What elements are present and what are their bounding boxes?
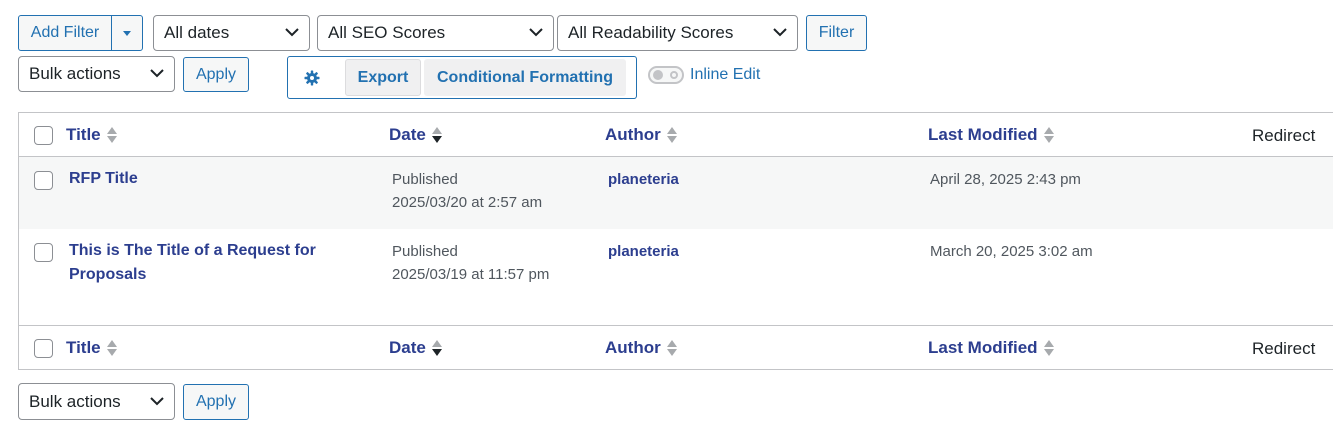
column-last-modified-label: Last Modified — [928, 338, 1038, 357]
export-toolbar-group: Export Conditional Formatting — [287, 56, 637, 99]
sort-icon — [1043, 340, 1054, 356]
table-row: This is The Title of a Request for Propo… — [19, 229, 1333, 325]
row-checkbox[interactable] — [34, 243, 53, 262]
sort-icon — [666, 340, 677, 356]
column-header-date[interactable]: Date — [389, 338, 442, 358]
column-last-modified-label: Last Modified — [928, 125, 1038, 144]
bottom-bulk-actions-select-value: Bulk actions — [29, 391, 121, 411]
chevron-down-icon — [150, 396, 164, 405]
sort-icon — [666, 127, 677, 143]
column-header-title[interactable]: Title — [66, 338, 117, 358]
gear-icon — [304, 70, 319, 85]
chevron-down-icon — [529, 28, 543, 37]
bottom-apply-button[interactable]: Apply — [183, 384, 249, 420]
column-header-last-modified[interactable]: Last Modified — [928, 125, 1054, 145]
author-link[interactable]: planeteria — [608, 171, 679, 188]
export-button[interactable]: Export — [345, 59, 421, 96]
seo-score-select[interactable]: All SEO Scores — [317, 15, 554, 51]
add-filter-split-button[interactable]: Add Filter — [18, 15, 143, 51]
post-status: Published — [392, 171, 458, 188]
column-header-date[interactable]: Date — [389, 125, 442, 145]
dates-select[interactable]: All dates — [153, 15, 310, 51]
post-status: Published — [392, 243, 458, 260]
apply-button[interactable]: Apply — [183, 57, 249, 92]
filter-button[interactable]: Filter — [806, 15, 867, 51]
sort-icon — [106, 340, 117, 356]
last-modified-value: April 28, 2025 2:43 pm — [930, 171, 1081, 188]
bulk-actions-select[interactable]: Bulk actions — [18, 56, 175, 92]
post-title-link[interactable]: This is The Title of a Request for Propo… — [69, 239, 339, 287]
select-all-checkbox[interactable] — [34, 126, 53, 145]
column-title-label: Title — [66, 338, 101, 357]
column-author-label: Author — [605, 125, 661, 144]
chevron-down-icon — [285, 28, 299, 37]
add-filter-dropdown-toggle[interactable] — [111, 16, 142, 50]
sort-desc-icon — [431, 127, 442, 143]
bulk-actions-select-value: Bulk actions — [29, 64, 121, 83]
bottom-bulk-actions-select[interactable]: Bulk actions — [18, 383, 175, 420]
table-header: Title Date Author Last Modified Redirect — [19, 113, 1333, 157]
toggle-off-indicator — [670, 71, 678, 79]
seo-score-select-value: All SEO Scores — [328, 23, 446, 42]
conditional-formatting-button[interactable]: Conditional Formatting — [424, 59, 626, 96]
post-date: 2025/03/19 at 11:57 pm — [392, 266, 550, 283]
sort-icon — [106, 127, 117, 143]
last-modified-value: March 20, 2025 3:02 am — [930, 243, 1093, 260]
table-row: RFP Title Published 2025/03/20 at 2:57 a… — [19, 157, 1333, 229]
chevron-down-icon — [773, 28, 787, 37]
sort-desc-icon — [431, 340, 442, 356]
column-header-author[interactable]: Author — [605, 338, 677, 358]
add-filter-button[interactable]: Add Filter — [19, 16, 111, 50]
column-header-author[interactable]: Author — [605, 125, 677, 145]
inline-edit-label[interactable]: Inline Edit — [690, 66, 760, 84]
column-date-label: Date — [389, 125, 426, 144]
column-author-label: Author — [605, 338, 661, 357]
author-link[interactable]: planeteria — [608, 243, 679, 260]
column-header-redirect: Redirect — [1252, 339, 1316, 358]
caret-down-icon — [123, 30, 131, 36]
post-title-link[interactable]: RFP Title — [69, 167, 329, 191]
column-header-title[interactable]: Title — [66, 125, 117, 145]
sort-icon — [1043, 127, 1054, 143]
chevron-down-icon — [150, 69, 164, 78]
column-header-last-modified[interactable]: Last Modified — [928, 338, 1054, 358]
settings-gear-button[interactable] — [289, 58, 334, 97]
column-date-label: Date — [389, 338, 426, 357]
readability-score-select[interactable]: All Readability Scores — [557, 15, 798, 51]
column-header-redirect: Redirect — [1252, 126, 1316, 145]
inline-edit-toggle[interactable] — [648, 66, 684, 84]
row-checkbox[interactable] — [34, 171, 53, 190]
readability-score-select-value: All Readability Scores — [568, 23, 734, 42]
posts-table: Title Date Author Last Modified Redirect… — [18, 112, 1333, 370]
table-footer: Title Date Author Last Modified Redirect — [19, 325, 1333, 369]
dates-select-value: All dates — [164, 23, 230, 42]
column-title-label: Title — [66, 125, 101, 144]
select-all-checkbox[interactable] — [34, 339, 53, 358]
post-date: 2025/03/20 at 2:57 am — [392, 194, 543, 211]
toggle-knob — [653, 70, 663, 80]
